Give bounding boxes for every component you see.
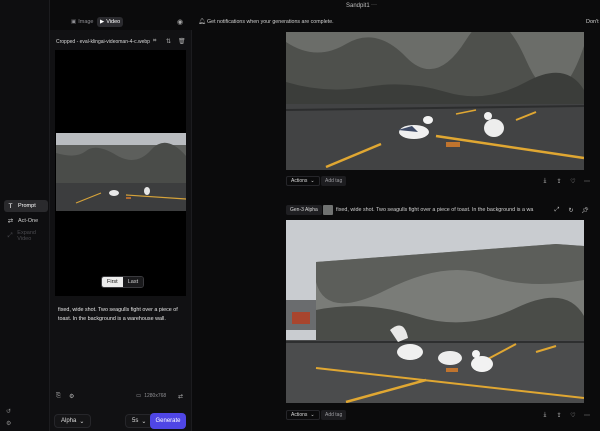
tab-image[interactable]: ▣ Image: [68, 17, 97, 27]
tab-video-label: Video: [106, 19, 121, 25]
camera-control-icon[interactable]: ⚙: [69, 393, 74, 400]
resolution-display: ▭ 1280x768: [136, 393, 166, 399]
tab-video[interactable]: ▶ Video: [97, 17, 124, 27]
add-tag-button-1[interactable]: Add tag: [321, 176, 347, 186]
source-thumbnail: [323, 205, 333, 215]
editor-panel: Cropped - eval-klingai-videoman-4-c.webp…: [50, 30, 192, 431]
prompt-textarea[interactable]: fixed, wide shot. Two seagulls fight ove…: [55, 302, 186, 420]
actions-label: Actions: [291, 178, 308, 184]
rail-item-expand-video[interactable]: ⤢ Expand Video: [4, 230, 48, 242]
frame-selector: First Last: [101, 276, 145, 288]
video-camera-icon: ▶: [100, 19, 105, 25]
rail-item-act-one[interactable]: ⇄ Act-One: [4, 215, 48, 227]
frame-thumbnail: [56, 133, 186, 211]
page-title: Sandpit1: [346, 3, 370, 9]
actions-menu-1[interactable]: Actions ⌄: [286, 176, 320, 186]
heart-icon[interactable]: ♡: [568, 410, 578, 420]
swap-orientation-icon[interactable]: ⇄: [178, 393, 183, 400]
chevron-down-icon: ⌄: [141, 418, 147, 425]
actions-menu-2[interactable]: Actions ⌄: [286, 410, 320, 420]
model-badge: Gen-3 Alpha: [286, 205, 322, 215]
notification-text: Get notifications when your generations …: [207, 19, 334, 25]
text-t-icon: T: [8, 202, 13, 210]
reuse-icon[interactable]: ↻: [566, 205, 576, 215]
history-icon[interactable]: ↺: [6, 408, 11, 415]
generation-prompt: fixed, wide shot. Two seagulls fight ove…: [336, 207, 534, 213]
add-tag-button-2[interactable]: Add tag: [321, 410, 347, 420]
download-icon[interactable]: ⤓: [540, 176, 550, 186]
generated-video-1[interactable]: [286, 32, 584, 170]
rail-item-label: Expand Video: [17, 230, 36, 242]
chevron-down-icon: ⌄: [310, 178, 315, 184]
prompt-text: fixed, wide shot. Two seagulls fight ove…: [58, 307, 178, 322]
resolution-value: 1280x768: [144, 393, 167, 399]
tab-image-label: Image: [78, 19, 94, 25]
settings-icon[interactable]: ⚙: [6, 420, 11, 427]
act-one-icon: ⇄: [7, 218, 14, 225]
chevron-down-icon: ⌄: [79, 418, 85, 425]
swap-frames-icon[interactable]: ⇅: [166, 38, 171, 45]
first-frame-tab[interactable]: First: [102, 277, 123, 287]
upload-image-icon[interactable]: ⎘: [56, 393, 61, 400]
title-menu-icon[interactable]: ···: [371, 2, 377, 8]
generated-video-2[interactable]: [286, 220, 584, 403]
expand-icon[interactable]: ⤢: [552, 205, 562, 215]
rail-item-prompt[interactable]: T Prompt: [4, 200, 48, 212]
more-icon[interactable]: ⋯: [582, 410, 592, 420]
dismiss-notification-button[interactable]: Don't: [586, 19, 599, 25]
crop-icon[interactable]: ⌗: [153, 38, 156, 45]
chevron-down-icon: ⌄: [310, 412, 315, 418]
download-icon[interactable]: ⤓: [540, 410, 550, 420]
last-frame-tab[interactable]: Last: [122, 277, 144, 287]
share-icon[interactable]: ⇪: [554, 410, 564, 420]
share-icon[interactable]: ⇪: [554, 176, 564, 186]
rail-item-label: Prompt: [18, 203, 36, 209]
aspect-ratio-icon: ▭: [136, 393, 142, 399]
actions-label: Actions: [291, 412, 308, 418]
generate-button[interactable]: Generate: [150, 413, 186, 429]
pin-icon[interactable]: 📌︎: [580, 205, 590, 215]
bell-icon: 🔔︎: [198, 19, 206, 25]
image-icon: ▣: [71, 19, 77, 25]
eye-icon[interactable]: ◉: [177, 18, 183, 26]
frame-preview[interactable]: First Last: [55, 50, 186, 296]
trash-icon[interactable]: 🗑︎: [178, 38, 186, 45]
model-select-value: Alpha: [61, 418, 77, 424]
tool-rail: T Prompt ⇄ Act-One ⤢ Expand Video ↺ ⚙: [0, 0, 50, 431]
generation-feed: Actions ⌄ Add tag ⤓ ⇪ ♡ ⋯ Gen-3 Alpha fi…: [192, 30, 600, 431]
duration-select-value: 5s: [132, 418, 139, 424]
rail-item-label: Act-One: [18, 218, 39, 224]
model-select[interactable]: Alpha ⌄: [54, 414, 92, 428]
expand-icon: ⤢: [7, 232, 13, 239]
source-filename: Cropped - eval-klingai-videoman-4-c.webp: [56, 39, 150, 45]
generate-button-label: Generate: [155, 418, 181, 424]
more-icon[interactable]: ⋯: [582, 176, 592, 186]
heart-icon[interactable]: ♡: [568, 176, 578, 186]
